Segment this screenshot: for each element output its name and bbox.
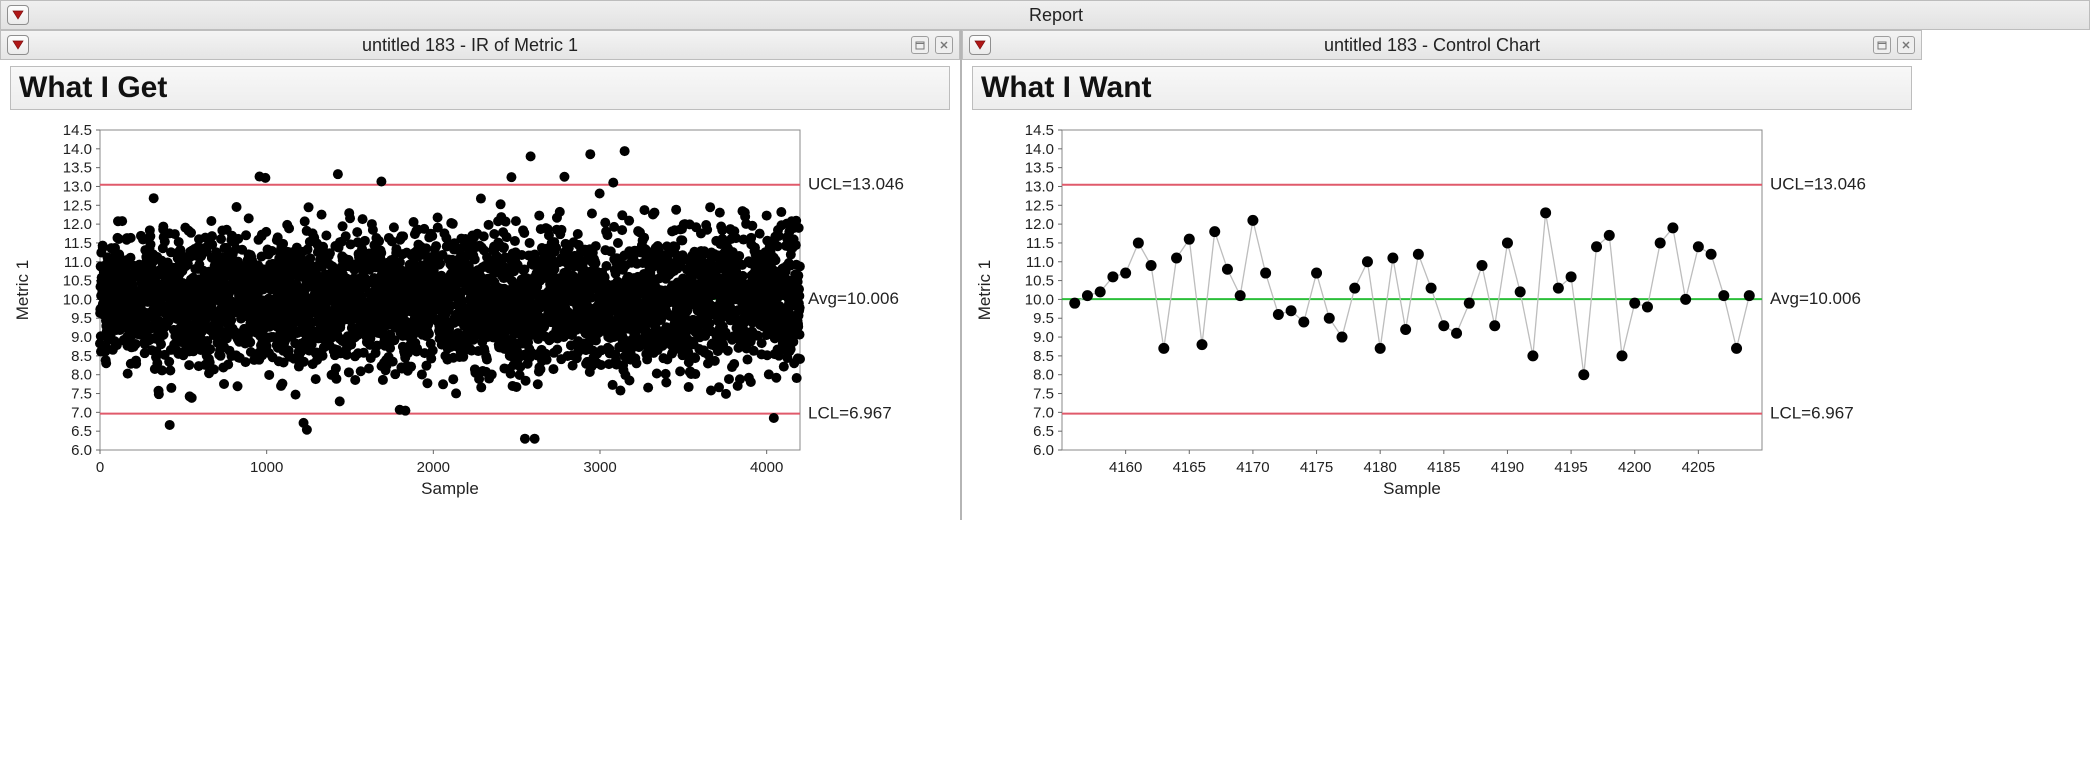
svg-text:13.0: 13.0 [1025,178,1054,195]
triangle-down-icon [974,40,986,50]
right-section-title: What I Want [981,71,1903,105]
left-pane-disclosure-button[interactable] [7,35,29,55]
svg-text:12.5: 12.5 [63,197,92,214]
svg-text:7.5: 7.5 [71,386,92,403]
svg-text:3000: 3000 [583,459,616,476]
svg-text:14.0: 14.0 [63,141,92,158]
svg-text:14.5: 14.5 [63,122,92,139]
triangle-down-icon [12,10,24,20]
svg-text:10.5: 10.5 [63,273,92,290]
close-icon[interactable] [1897,36,1915,54]
svg-text:2000: 2000 [417,459,450,476]
svg-text:Sample: Sample [1383,479,1441,498]
svg-text:LCL=6.967: LCL=6.967 [808,404,892,423]
svg-text:10.5: 10.5 [1025,273,1054,290]
svg-text:Avg=10.006: Avg=10.006 [808,289,899,308]
left-pane-title: untitled 183 - IR of Metric 1 [35,35,905,56]
svg-text:8.0: 8.0 [71,367,92,384]
svg-text:4205: 4205 [1682,459,1715,476]
right-section-title-bar: What I Want [972,66,1912,110]
svg-text:7.5: 7.5 [1033,386,1054,403]
svg-text:Metric 1: Metric 1 [975,260,994,320]
svg-text:9.5: 9.5 [1033,310,1054,327]
svg-text:13.5: 13.5 [63,160,92,177]
svg-text:9.0: 9.0 [1033,329,1054,346]
svg-text:11.5: 11.5 [64,235,92,252]
right-chart-svg: 6.0 6.5 7.07.5 8.0 8.5 9.0 9.5 10.010.5 11.0 11.5… [972,120,1902,510]
svg-text:4170: 4170 [1236,459,1269,476]
svg-text:12.0: 12.0 [1025,216,1054,233]
svg-text:4175: 4175 [1300,459,1333,476]
svg-text:4195: 4195 [1554,459,1587,476]
left-pane: untitled 183 - IR of Metric 1 What I Get… [0,30,960,520]
svg-text:10.0: 10.0 [63,291,92,308]
svg-text:7.0: 7.0 [1033,404,1054,421]
svg-text:4000: 4000 [750,459,783,476]
svg-text:13.5: 13.5 [1025,160,1054,177]
report-title: Report [29,5,2083,26]
triangle-down-icon [12,40,24,50]
left-section-title-bar: What I Get [10,66,950,110]
svg-text:6.0: 6.0 [71,442,92,459]
svg-text:11.0: 11.0 [64,254,92,271]
close-icon[interactable] [935,36,953,54]
svg-text:4180: 4180 [1363,459,1396,476]
svg-text:UCL=13.046: UCL=13.046 [1770,175,1866,194]
svg-text:Avg=10.006: Avg=10.006 [1770,289,1861,308]
left-chart: 6.0 6.5 7.07.5 8.0 8.5 9.0 9.5 10.010.5 11.0 11.5… [10,120,940,510]
svg-text:0: 0 [96,459,104,476]
popout-icon[interactable] [911,36,929,54]
left-pane-title-bar: untitled 183 - IR of Metric 1 [0,30,960,60]
right-pane-title: untitled 183 - Control Chart [997,35,1867,56]
svg-text:12.0: 12.0 [63,216,92,233]
svg-text:9.5: 9.5 [71,310,92,327]
svg-text:4200: 4200 [1618,459,1651,476]
svg-text:UCL=13.046: UCL=13.046 [808,175,904,194]
svg-text:8.0: 8.0 [1033,367,1054,384]
svg-text:8.5: 8.5 [1033,348,1054,365]
svg-text:7.0: 7.0 [71,404,92,421]
svg-text:8.5: 8.5 [71,348,92,365]
svg-text:LCL=6.967: LCL=6.967 [1770,404,1854,423]
right-chart: 6.0 6.5 7.07.5 8.0 8.5 9.0 9.5 10.010.5 11.0 11.5… [972,120,1902,510]
svg-text:Sample: Sample [421,479,479,498]
svg-text:6.0: 6.0 [1033,442,1054,459]
svg-text:14.0: 14.0 [1025,141,1054,158]
svg-text:1000: 1000 [250,459,283,476]
page-bottom-spacer [0,520,2090,708]
svg-text:11.0: 11.0 [1026,254,1054,271]
svg-text:14.5: 14.5 [1025,122,1054,139]
svg-text:12.5: 12.5 [1025,197,1054,214]
left-chart-svg: 6.0 6.5 7.07.5 8.0 8.5 9.0 9.5 10.010.5 11.0 11.5… [10,120,940,510]
right-pane-disclosure-button[interactable] [969,35,991,55]
svg-text:4165: 4165 [1173,459,1206,476]
svg-text:9.0: 9.0 [71,329,92,346]
svg-text:Metric 1: Metric 1 [13,260,32,320]
report-title-bar: Report [0,0,2090,30]
svg-text:4185: 4185 [1427,459,1460,476]
svg-text:4160: 4160 [1109,459,1142,476]
svg-text:13.0: 13.0 [63,178,92,195]
left-section-title: What I Get [19,71,941,105]
svg-text:10.0: 10.0 [1025,291,1054,308]
svg-text:6.5: 6.5 [71,423,92,440]
report-disclosure-button[interactable] [7,5,29,25]
svg-text:11.5: 11.5 [1026,235,1054,252]
right-pane: untitled 183 - Control Chart What I Want… [962,30,1922,520]
svg-text:6.5: 6.5 [1033,423,1054,440]
right-pane-title-bar: untitled 183 - Control Chart [962,30,1922,60]
popout-icon[interactable] [1873,36,1891,54]
two-column-layout: untitled 183 - IR of Metric 1 What I Get… [0,30,2090,520]
svg-text:4190: 4190 [1491,459,1524,476]
